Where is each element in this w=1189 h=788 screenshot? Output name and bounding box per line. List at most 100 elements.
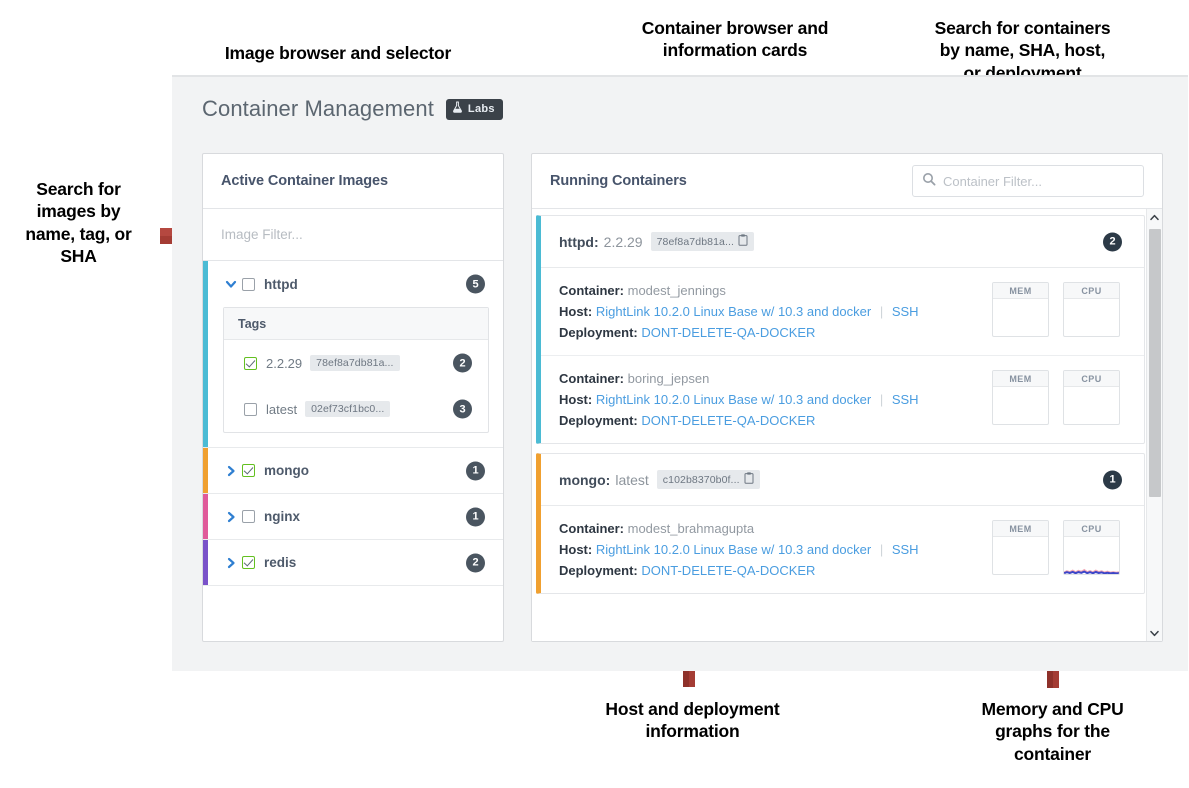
tags-header: Tags: [224, 308, 488, 340]
deployment-link[interactable]: DONT-DELETE-QA-DOCKER: [641, 325, 815, 340]
ssh-link[interactable]: SSH: [892, 392, 919, 407]
page-title: Container Management: [202, 96, 434, 121]
card-sha-httpd[interactable]: 78ef8a7db81a...: [650, 232, 754, 251]
tag-checkbox-latest[interactable]: [244, 402, 257, 416]
annotation-image-browser: Image browser and selector: [224, 43, 452, 63]
app-top-divider: [172, 75, 1188, 77]
clipboard-copy-icon[interactable]: [744, 472, 754, 487]
chevron-up-icon[interactable]: [1147, 209, 1162, 225]
cpu-graph-label: CPU: [1064, 283, 1119, 299]
image-checkbox-httpd[interactable]: [242, 277, 255, 291]
host-separator: |: [879, 542, 884, 557]
image-list: httpd 5 Tags 2.2.29 78ef8a7db81a... 2 la…: [203, 261, 503, 586]
container-row-modest-brahmagupta: Container: modest_brahmagupta Host: Righ…: [541, 506, 1144, 593]
tags-box: Tags 2.2.29 78ef8a7db81a... 2 latest 02e…: [223, 307, 489, 433]
host-link[interactable]: RightLink 10.2.0 Linux Base w/ 10.3 and …: [596, 304, 871, 319]
annotation-mem-cpu: Memory and CPU graphs for the container: [981, 699, 1124, 764]
labs-badge-label: Labs: [467, 103, 495, 115]
labs-badge: Labs: [445, 98, 503, 120]
active-container-images-panel: Active Container Images Image Filter... …: [202, 153, 504, 642]
deployment-link[interactable]: DONT-DELETE-QA-DOCKER: [641, 563, 815, 578]
container-row-boring-jepsen: Container: boring_jepsen Host: RightLink…: [541, 356, 1144, 443]
container-label: Container:: [559, 521, 624, 536]
chevron-right-icon[interactable]: [223, 511, 239, 523]
container-card-header-mongo[interactable]: mongo: latest c102b8370b0f... 1: [541, 454, 1144, 506]
tag-label-2-2-29: 2.2.29: [266, 355, 303, 371]
container-card-mongo: mongo: latest c102b8370b0f... 1 Containe…: [536, 453, 1145, 594]
deployment-label: Deployment:: [559, 563, 638, 578]
chevron-right-icon[interactable]: [223, 557, 239, 569]
chevron-down-icon[interactable]: [1147, 625, 1162, 641]
images-panel-header: Active Container Images: [203, 154, 503, 209]
deployment-link[interactable]: DONT-DELETE-QA-DOCKER: [641, 413, 815, 428]
image-color-bar: [203, 540, 208, 585]
tag-checkbox-2-2-29[interactable]: [244, 356, 257, 370]
image-row-redis[interactable]: redis 2: [203, 540, 503, 586]
container-name-value: modest_jennings: [627, 283, 726, 298]
image-row-nginx[interactable]: nginx 1: [203, 494, 503, 540]
card-sha-text-httpd: 78ef8a7db81a...: [656, 235, 734, 248]
card-count-badge-httpd: 2: [1103, 232, 1122, 251]
card-image-tag-httpd: 2.2.29: [603, 233, 643, 250]
image-checkbox-nginx[interactable]: [242, 510, 255, 523]
tag-sha-latest: 02ef73cf1bc0...: [305, 401, 391, 417]
image-row-mongo[interactable]: mongo 1: [203, 448, 503, 494]
search-icon: [922, 172, 936, 191]
annotation-host-deployment: Host and deployment information: [605, 699, 780, 742]
flask-icon: [452, 100, 463, 118]
deployment-label: Deployment:: [559, 413, 638, 428]
image-count-badge-redis: 2: [466, 553, 485, 572]
tag-count-badge-latest: 3: [453, 399, 472, 419]
running-containers-panel: Running Containers Container Filter... h…: [531, 153, 1163, 642]
container-card-httpd: httpd: 2.2.29 78ef8a7db81a... 2 Containe…: [536, 215, 1145, 444]
image-checkbox-mongo[interactable]: [242, 464, 255, 477]
image-color-bar: [203, 307, 208, 447]
container-filter-wrapper[interactable]: [912, 165, 1144, 197]
scrollbar-thumb[interactable]: [1149, 229, 1161, 497]
containers-scrollbar[interactable]: [1146, 209, 1162, 641]
cpu-graph-label: CPU: [1064, 521, 1119, 537]
deployment-label: Deployment:: [559, 325, 638, 340]
card-image-name-mongo: mongo:: [559, 471, 611, 488]
image-count-badge-mongo: 1: [466, 461, 485, 480]
clipboard-copy-icon[interactable]: [738, 234, 748, 249]
mem-graph[interactable]: MEM: [992, 370, 1049, 425]
host-label: Host:: [559, 542, 593, 557]
container-filter-input[interactable]: [943, 173, 1134, 189]
card-sha-text-mongo: c102b8370b0f...: [662, 473, 740, 486]
annotation-container-browser: Container browser and information cards: [641, 18, 829, 61]
card-sha-mongo[interactable]: c102b8370b0f...: [656, 470, 760, 489]
graphs-group: MEM CPU: [992, 520, 1120, 575]
card-count-badge-mongo: 1: [1103, 470, 1122, 489]
host-link[interactable]: RightLink 10.2.0 Linux Base w/ 10.3 and …: [596, 542, 871, 557]
host-separator: |: [879, 392, 884, 407]
cpu-graph-label: CPU: [1064, 371, 1119, 387]
title-bar: Container Management Labs: [172, 85, 1188, 133]
chevron-down-icon[interactable]: [223, 278, 239, 290]
image-count-badge-httpd: 5: [466, 274, 485, 294]
image-filter-input[interactable]: [221, 227, 485, 242]
image-checkbox-redis[interactable]: [242, 556, 255, 569]
cpu-graph[interactable]: CPU: [1063, 370, 1120, 425]
mem-graph[interactable]: MEM: [992, 520, 1049, 575]
cpu-sparkline: [1064, 568, 1119, 574]
card-image-name-httpd: httpd:: [559, 233, 599, 250]
chevron-right-icon[interactable]: [223, 465, 239, 477]
ssh-link[interactable]: SSH: [892, 304, 919, 319]
tag-sha-2-2-29: 78ef8a7db81a...: [310, 355, 400, 371]
cpu-graph[interactable]: CPU: [1063, 282, 1120, 337]
container-label: Container:: [559, 283, 624, 298]
mem-graph[interactable]: MEM: [992, 282, 1049, 337]
mem-graph-label: MEM: [993, 521, 1048, 537]
tag-row-2-2-29[interactable]: 2.2.29 78ef8a7db81a... 2: [224, 340, 488, 386]
containers-panel-header: Running Containers: [532, 154, 1162, 209]
container-card-header-httpd[interactable]: httpd: 2.2.29 78ef8a7db81a... 2: [541, 216, 1144, 268]
image-row-httpd[interactable]: httpd 5: [203, 261, 503, 307]
host-link[interactable]: RightLink 10.2.0 Linux Base w/ 10.3 and …: [596, 392, 871, 407]
image-name-redis: redis: [264, 555, 297, 570]
tag-row-latest[interactable]: latest 02ef73cf1bc0... 3: [224, 386, 488, 432]
cpu-graph[interactable]: CPU: [1063, 520, 1120, 575]
container-name-value: modest_brahmagupta: [627, 521, 755, 536]
containers-scroll-area: httpd: 2.2.29 78ef8a7db81a... 2 Containe…: [532, 209, 1145, 641]
ssh-link[interactable]: SSH: [892, 542, 919, 557]
